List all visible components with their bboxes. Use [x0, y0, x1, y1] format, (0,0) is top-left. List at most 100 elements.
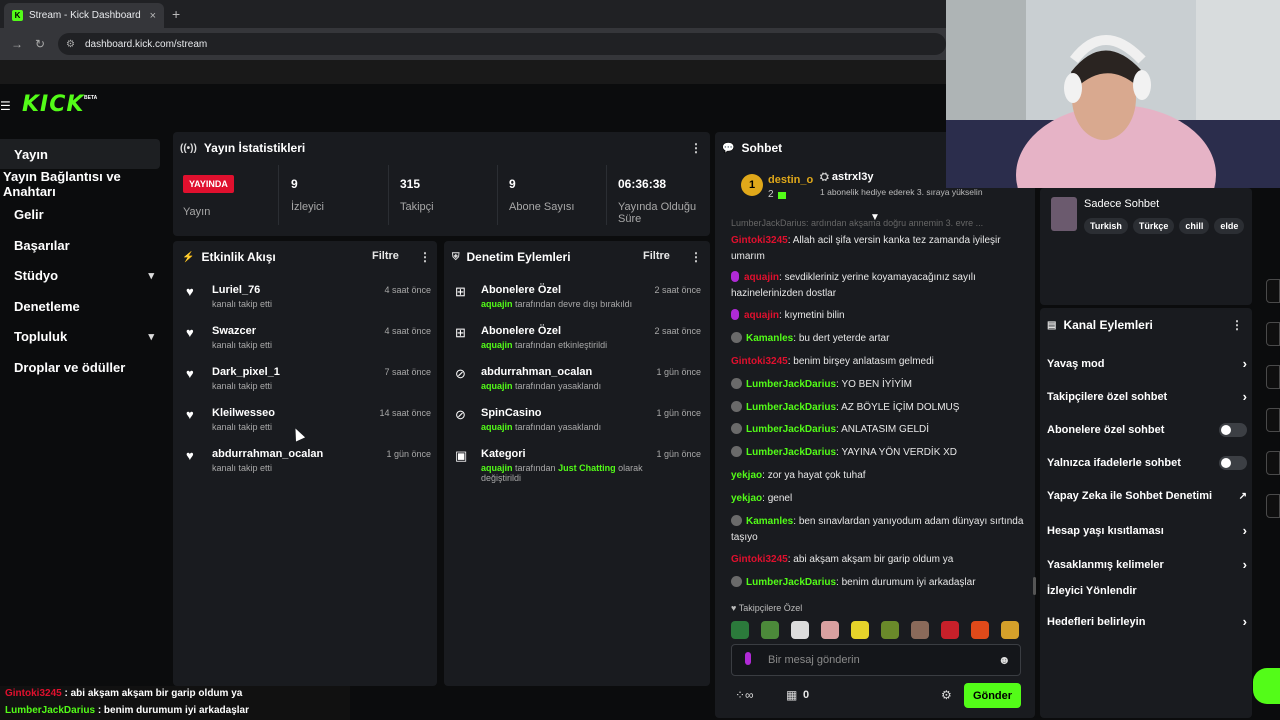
activity-item[interactable]: ♥ Kleilwesseo kanalı takip etti 14 saat önc…	[186, 407, 431, 432]
edge-tool-button[interactable]	[1266, 451, 1280, 475]
chat-username[interactable]: Gintoki3245	[731, 356, 788, 367]
chat-username[interactable]: Gintoki3245	[731, 235, 788, 246]
moderation-action: tarafından devre dışı bırakıldı	[515, 299, 633, 309]
chat-username[interactable]: LumberJackDarius	[746, 447, 836, 458]
tag-chip[interactable]: chill	[1179, 218, 1210, 234]
moderation-actor[interactable]: aquajin	[481, 422, 513, 432]
emote-icon[interactable]	[881, 621, 899, 639]
chat-username[interactable]: yekjao	[731, 470, 762, 481]
channel-action-item[interactable]: İzleyici Yönlendir	[1047, 585, 1247, 597]
chat-username[interactable]: LumberJackDarius	[746, 402, 836, 413]
emoji-icon[interactable]: ☻	[998, 653, 1011, 667]
sidebar-item-studyo[interactable]: Stüdyo ▾	[0, 260, 160, 290]
sidebar-item-denetleme[interactable]: Denetleme	[0, 291, 160, 321]
more-icon[interactable]: ⋮	[1231, 318, 1243, 332]
chat-username[interactable]: LumberJackDarius	[746, 379, 836, 390]
emote-icon[interactable]	[821, 621, 839, 639]
channel-action-item[interactable]: Hedefleri belirleyin ›	[1047, 614, 1247, 629]
more-icon[interactable]: ⋮	[690, 141, 702, 155]
edge-tool-button[interactable]	[1266, 279, 1280, 303]
toggle-switch[interactable]	[1219, 456, 1247, 470]
moderation-filter-button[interactable]: Filtre	[643, 250, 670, 262]
edge-tool-button[interactable]	[1266, 494, 1280, 518]
moderation-item[interactable]: ⊞ Abonelere Özel aquajin tarafından etkinl…	[455, 325, 701, 350]
more-icon[interactable]: ⋮	[419, 250, 431, 264]
close-tab-icon[interactable]: ×	[150, 10, 156, 22]
channel-action-item[interactable]: Yasaklanmış kelimeler ›	[1047, 557, 1247, 572]
channel-action-item[interactable]: Yavaş mod ›	[1047, 356, 1247, 371]
activity-username[interactable]: Kleilwesseo	[212, 407, 275, 419]
emote-icon[interactable]	[941, 621, 959, 639]
settings-gear-icon[interactable]: ⚙	[941, 688, 952, 702]
channel-action-item[interactable]: Abonelere özel sohbet	[1047, 423, 1247, 437]
tag-chip[interactable]: Türkçe	[1132, 218, 1175, 234]
chat-scrollbar[interactable]	[1033, 577, 1036, 595]
category-name[interactable]: Just Chatting	[558, 463, 616, 473]
moderation-actor[interactable]: aquajin	[481, 340, 513, 350]
emote-icon[interactable]	[731, 621, 749, 639]
emote-icon[interactable]	[971, 621, 989, 639]
chat-username[interactable]: LumberJackDarius	[746, 577, 836, 588]
moderation-actor[interactable]: aquajin	[481, 463, 513, 473]
activity-username[interactable]: Swazcer	[212, 325, 272, 337]
sidebar-item-stream-key[interactable]: Yayın Bağlantısı ve Anahtarı	[0, 169, 175, 199]
sidebar-item-droplar[interactable]: Droplar ve ödüller	[0, 352, 160, 382]
emote-icon[interactable]	[791, 621, 809, 639]
channel-action-item[interactable]: Yapay Zeka ile Sohbet Denetimi ↗	[1047, 490, 1247, 502]
emote-icon[interactable]	[851, 621, 869, 639]
moderation-item[interactable]: ⊘ SpinCasino aquajin tarafından yasaklandı…	[455, 407, 701, 432]
url-field[interactable]: ⚙ dashboard.kick.com/stream	[58, 33, 946, 55]
activity-item[interactable]: ♥ Swazcer kanalı takip etti 4 saat önce	[186, 325, 431, 350]
activity-item[interactable]: ♥ Dark_pixel_1 kanalı takip etti 7 saat önc…	[186, 366, 431, 391]
reload-icon[interactable]: ↻	[35, 37, 45, 51]
sidebar-item-yayin[interactable]: Yayın	[0, 139, 160, 169]
chat-username[interactable]: yekjao	[731, 493, 762, 504]
chat-username[interactable]: Gintoki3245	[731, 554, 788, 565]
emote-icon[interactable]	[761, 621, 779, 639]
channel-action-item[interactable]: Takipçilere özel sohbet ›	[1047, 389, 1247, 404]
send-button[interactable]: Gönder	[964, 683, 1021, 708]
moderation-item[interactable]: ⊞ Abonelere Özel aquajin tarafından devre …	[455, 284, 701, 309]
channel-action-item[interactable]: Hesap yaşı kısıtlaması ›	[1047, 523, 1247, 538]
more-icon[interactable]: ⋮	[690, 250, 702, 264]
new-tab-button[interactable]: +	[172, 6, 180, 22]
edge-tool-button[interactable]	[1266, 365, 1280, 389]
menu-icon[interactable]: ☰	[0, 99, 11, 113]
moderation-item[interactable]: ▣ Kategori aquajin tarafından Just Chattin…	[455, 448, 701, 483]
emote-icon[interactable]	[911, 621, 929, 639]
site-info-icon[interactable]: ⚙	[66, 39, 75, 50]
tag-chip[interactable]: Turkish	[1084, 218, 1128, 234]
moderation-actor[interactable]: aquajin	[481, 299, 513, 309]
toggle-switch[interactable]	[1219, 423, 1247, 437]
top-gifter-name[interactable]: destin_o	[768, 174, 813, 186]
moderation-actor[interactable]: aquajin	[481, 381, 513, 391]
activity-username[interactable]: abdurrahman_ocalan	[212, 448, 323, 460]
kick-logo[interactable]: KICK	[22, 92, 84, 117]
activity-item[interactable]: ♥ Luriel_76 kanalı takip etti 4 saat önce	[186, 284, 431, 309]
chat-username[interactable]: aquajin	[744, 272, 779, 283]
activity-username[interactable]: Dark_pixel_1	[212, 366, 280, 378]
chat-username[interactable]: Kamanles	[746, 333, 793, 344]
sidebar-item-gelir[interactable]: Gelir	[0, 199, 160, 229]
activity-item[interactable]: ♥ abdurrahman_ocalan kanalı takip etti 1 gü…	[186, 448, 431, 473]
tag-chip[interactable]: elde	[1214, 218, 1244, 234]
moderation-item-body: Abonelere Özel aquajin tarafından devre d…	[481, 284, 651, 309]
forward-icon[interactable]: →	[11, 37, 23, 51]
emote-icon[interactable]	[1001, 621, 1019, 639]
browser-tab[interactable]: K Stream - Kick Dashboard ×	[4, 3, 164, 28]
edge-tool-button[interactable]	[1266, 408, 1280, 432]
help-fab-button[interactable]	[1253, 668, 1280, 704]
sidebar-item-topluluk[interactable]: Topluluk ▾	[0, 321, 160, 351]
chat-username[interactable]: aquajin	[744, 310, 779, 321]
channel-action-item[interactable]: Yalnızca ifadelerle sohbet	[1047, 456, 1247, 470]
activity-username[interactable]: Luriel_76	[212, 284, 272, 296]
chat-username[interactable]: Kamanles	[746, 516, 793, 527]
edge-tool-button[interactable]	[1266, 322, 1280, 346]
sidebar-item-basarilar[interactable]: Başarılar	[0, 230, 160, 260]
moderation-item[interactable]: ⊘ abdurrahman_ocalan aquajin tarafından ya…	[455, 366, 701, 391]
store-icon[interactable]: ▦	[786, 688, 797, 702]
users-icon[interactable]: ⁘∞	[735, 688, 754, 702]
second-gifter-name[interactable]: ⛭ astrxl3y	[820, 171, 873, 184]
chat-username[interactable]: LumberJackDarius	[746, 424, 836, 435]
activity-filter-button[interactable]: Filtre	[372, 250, 399, 262]
